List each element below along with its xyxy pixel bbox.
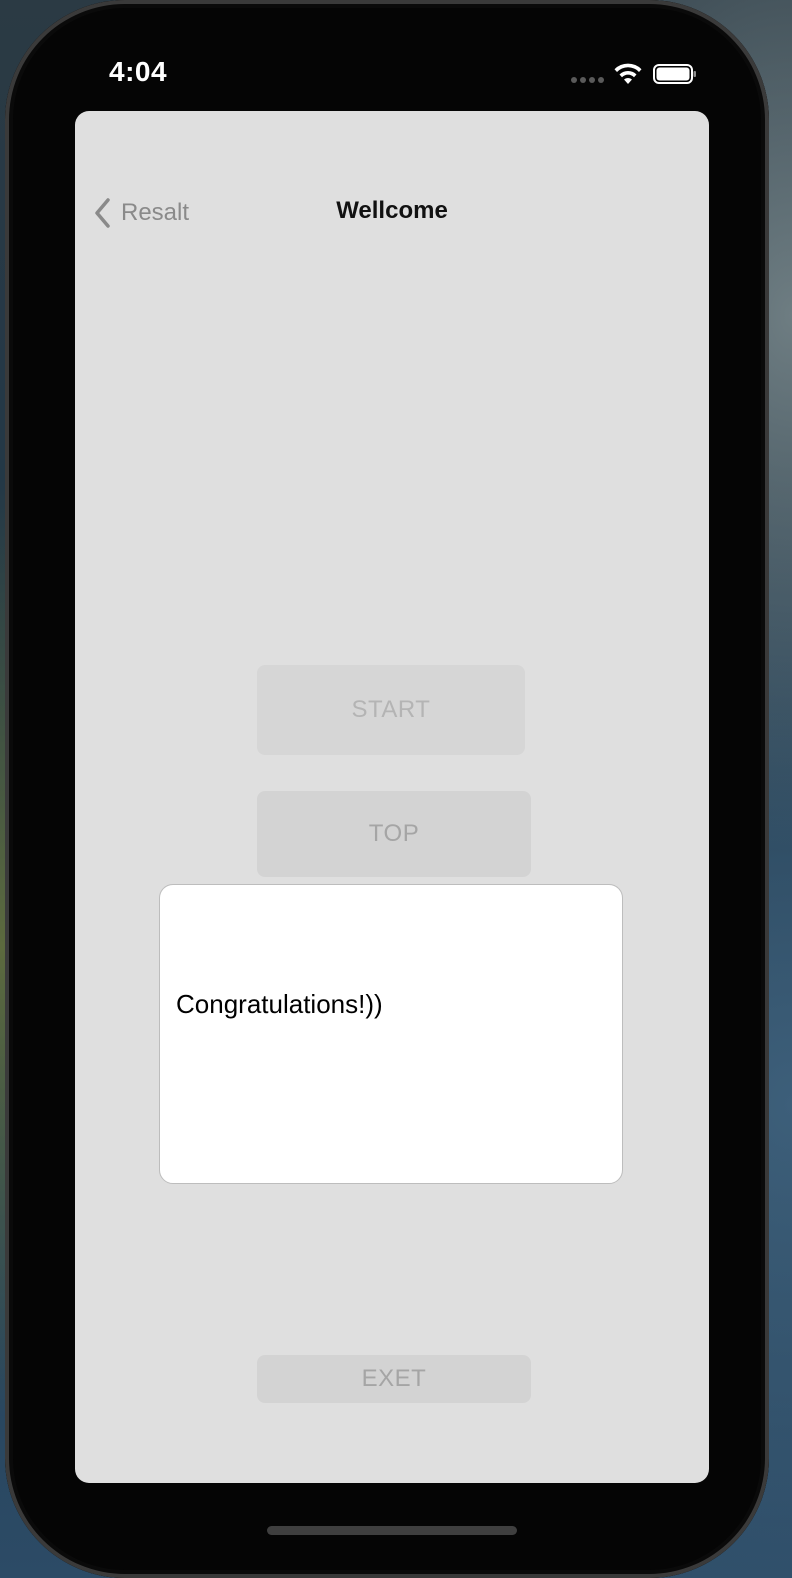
battery-icon (653, 64, 696, 84)
status-icons (571, 60, 701, 90)
status-time: 4:04 (109, 56, 168, 87)
app-sheet: Resalt Wellcome START TOP EXET Congratul… (75, 111, 709, 1483)
congratulations-dialog: Congratulations!)) (159, 884, 623, 1184)
wifi-icon (614, 63, 642, 84)
phone-frame: 4:04 Resalt Wellcome START TOP EXET Cong (5, 0, 769, 1578)
dialog-message: Congratulations!)) (176, 989, 383, 1019)
page-title: Wellcome (336, 197, 448, 224)
home-indicator[interactable] (267, 1526, 517, 1535)
exit-button[interactable]: EXET (257, 1355, 531, 1403)
start-button[interactable]: START (257, 665, 525, 755)
top-button[interactable]: TOP (257, 791, 531, 877)
signal-dots-icon (571, 77, 604, 83)
